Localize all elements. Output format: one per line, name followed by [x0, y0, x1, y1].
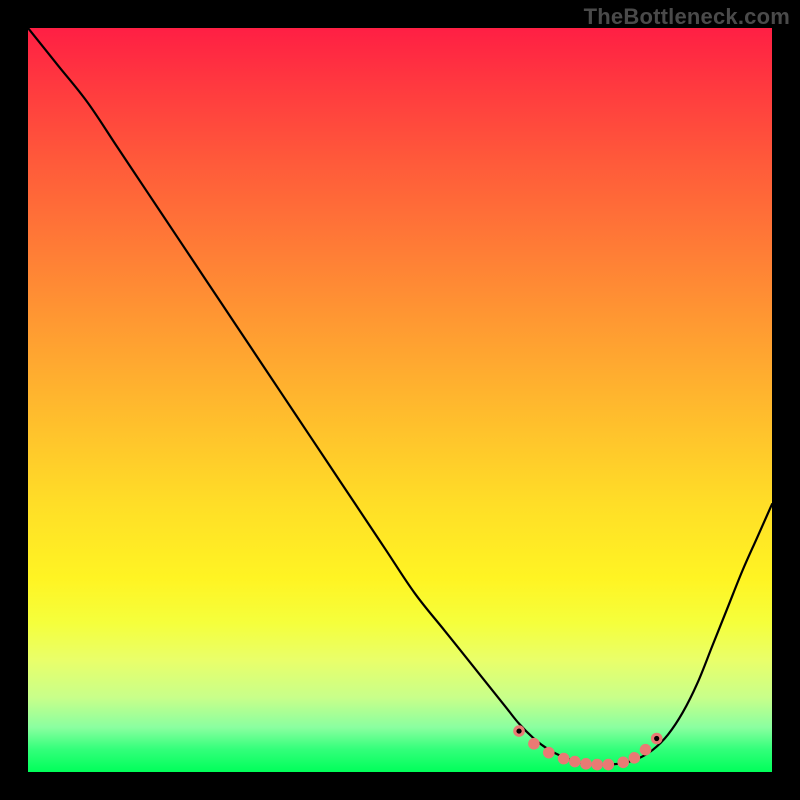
watermark-text: TheBottleneck.com — [584, 4, 790, 30]
flat-marker-dot — [528, 738, 540, 750]
flat-marker-dot — [569, 756, 581, 768]
flat-marker-dot — [580, 758, 592, 770]
flat-marker-dot — [543, 747, 555, 759]
flat-region-endpoints — [516, 728, 659, 741]
flat-marker-dot — [513, 725, 525, 737]
flat-marker-dot — [629, 752, 641, 764]
flat-endpoint-dot — [654, 736, 659, 741]
flat-marker-dot — [558, 753, 570, 765]
chart-frame: TheBottleneck.com — [0, 0, 800, 800]
flat-marker-dot — [651, 733, 663, 745]
flat-region-markers — [513, 725, 662, 770]
flat-marker-dot — [591, 759, 603, 771]
flat-marker-dot — [603, 759, 615, 771]
flat-marker-dot — [640, 744, 652, 756]
plot-area — [28, 28, 772, 772]
flat-marker-dot — [617, 757, 629, 769]
curve-svg — [28, 28, 772, 772]
bottleneck-curve — [28, 28, 772, 765]
flat-endpoint-dot — [516, 728, 521, 733]
